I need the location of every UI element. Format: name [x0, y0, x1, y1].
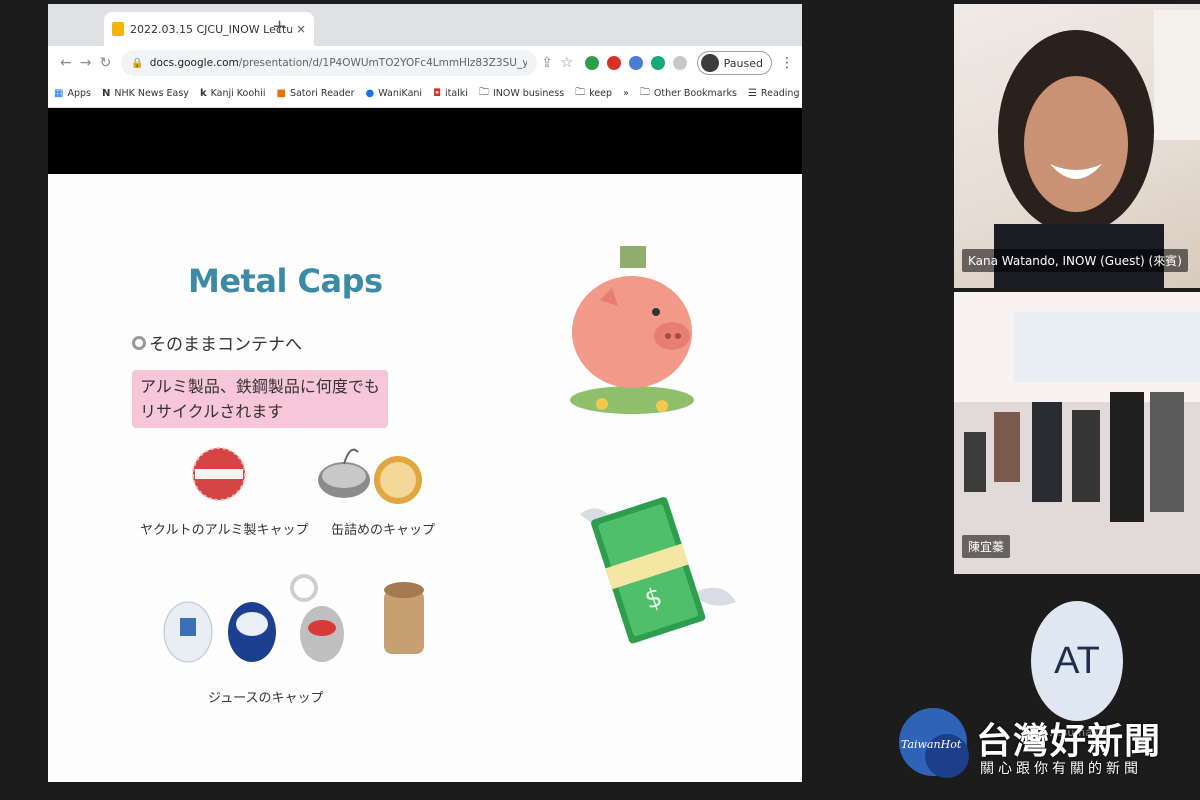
red-extension-icon[interactable]: [606, 56, 621, 70]
bookmark-keep[interactable]: 🗀 keep: [575, 85, 612, 102]
browser-tab-bar: 2022.03.15 CJCU_INOW Lectu × +: [48, 4, 802, 46]
apps-grid-icon: ▦: [54, 88, 64, 99]
evernote-extension-icon[interactable]: [584, 56, 599, 70]
bookmark-inow-business[interactable]: 🗀 INOW business: [479, 85, 564, 102]
cap-label-juice: ジュースのキャップ: [208, 691, 324, 706]
presentation-slide: Metal Caps そのままコンテナへ アルミ製品、鉄鋼製品に何度でもリサイク…: [48, 174, 802, 782]
wanikani-icon: ●: [365, 88, 375, 99]
tab-close-icon[interactable]: ×: [296, 22, 306, 36]
reading-list[interactable]: ☰Reading List: [748, 85, 802, 102]
watermark-subtitle: 關心跟你有關的新聞: [980, 761, 1142, 777]
new-tab-button[interactable]: +: [272, 16, 287, 37]
bookmark-wanikani[interactable]: ● WaniKani: [366, 88, 423, 99]
address-bar[interactable]: 🔒 docs.google.com /presentation/d/1P4OWU…: [121, 50, 538, 76]
room-video: [954, 292, 1200, 574]
video-tile-room[interactable]: 陳宜蓁: [954, 292, 1200, 574]
url-host: docs.google.com: [149, 57, 239, 69]
kanji-koohii-icon: k: [199, 88, 207, 99]
profile-button[interactable]: Paused: [696, 51, 772, 75]
bookmark-apps[interactable]: ▦ Apps: [54, 88, 91, 99]
participant-name: 陳宜蓁: [962, 535, 1011, 558]
folder-icon: 🗀: [575, 87, 586, 98]
satori-icon: ■: [276, 88, 286, 99]
bookmarks-right: 🗀Other Bookmarks ☰Reading List: [640, 85, 802, 102]
participant-name: Kana Watando, INOW (Guest) (來賓): [962, 249, 1188, 272]
share-icon[interactable]: ⇪: [537, 55, 557, 71]
speaker-video: [994, 10, 1200, 288]
bullet-ring-icon: [132, 335, 146, 350]
menu-dots-icon[interactable]: ⋮: [780, 55, 794, 71]
slide-title: Metal Caps: [188, 262, 383, 300]
folder-icon: 🗀: [639, 87, 650, 98]
slide-letterbox: [48, 108, 802, 174]
meeting-window: 2022.03.15 CJCU_INOW Lectu × + ← → ↻ 🔒 d…: [0, 0, 1200, 800]
flying-money-icon: $: [580, 497, 736, 644]
taiwanhot-logo-icon: TaiwanHot: [899, 708, 969, 778]
reload-icon[interactable]: ↻: [96, 55, 116, 71]
bookmark-star-icon[interactable]: ☆: [557, 55, 577, 71]
translate-extension-icon[interactable]: [628, 56, 643, 70]
watermark-title: 台灣好新聞: [976, 720, 1162, 762]
participant-avatar[interactable]: AT: [1031, 601, 1123, 721]
browser-toolbar: ← → ↻ 🔒 docs.google.com /presentation/d/…: [48, 46, 802, 80]
piggy-bank-icon: [570, 246, 694, 414]
nhk-icon: N: [101, 88, 111, 99]
bookmarks-overflow[interactable]: »: [623, 88, 629, 99]
back-icon[interactable]: ←: [56, 55, 76, 71]
bookmark-italki[interactable]: ◘ italki: [433, 88, 468, 99]
profile-status: Paused: [723, 56, 763, 70]
url-path: /presentation/d/1P4OWUmTO2YOFc4LmmHlz83Z…: [238, 57, 528, 69]
forward-icon[interactable]: →: [76, 55, 96, 71]
bookmark-nhk[interactable]: N NHK News Easy: [102, 88, 189, 99]
cap-label-yakult: ヤクルトのアルミ製キャップ: [140, 523, 309, 538]
tab-title: 2022.03.15 CJCU_INOW Lectu: [130, 22, 292, 36]
shared-screen: 2022.03.15 CJCU_INOW Lectu × + ← → ↻ 🔒 d…: [48, 4, 802, 782]
italki-icon: ◘: [433, 88, 441, 99]
puzzle-extensions-icon[interactable]: [672, 56, 687, 70]
reading-list-icon: ☰: [747, 88, 757, 99]
bookmark-satori[interactable]: ■ Satori Reader: [276, 88, 354, 99]
slide-subtitle: そのままコンテナへ: [132, 330, 302, 355]
yakult-cap-icon: [192, 447, 246, 501]
can-cap-icon: [318, 448, 422, 504]
bookmarks-bar: ▦ Apps N NHK News Easy k Kanji Koohii ■ Sato…: [48, 80, 802, 108]
highlight-box: アルミ製品、鉄鋼製品に何度でもリサイクルされます: [132, 370, 388, 428]
green-extension-icon[interactable]: [650, 56, 665, 70]
slides-favicon-icon: [112, 22, 124, 36]
video-tile-speaker[interactable]: Kana Watando, INOW (Guest) (來賓): [954, 4, 1200, 288]
juice-caps-icon: [163, 574, 424, 663]
svg-text:TaiwanHot: TaiwanHot: [901, 738, 962, 751]
profile-avatar: [700, 54, 719, 72]
lock-icon: 🔒: [131, 57, 144, 69]
other-bookmarks[interactable]: 🗀 Other Bookmarks: [640, 85, 737, 102]
bookmark-kanji-koohii[interactable]: k Kanji Koohii: [200, 88, 266, 99]
folder-icon: 🗀: [478, 87, 489, 98]
cap-label-can: 缶詰めのキャップ: [331, 523, 436, 538]
